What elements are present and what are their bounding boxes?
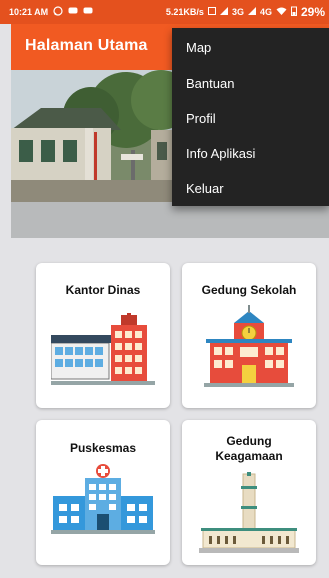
chat-icon-2 [83, 7, 93, 17]
card-label: Kantor Dinas [65, 283, 141, 297]
menu-grid: Kantor Dinas Gedung Sekolah Puskesmas Ge… [11, 238, 329, 578]
card-label: Gedung Sekolah [201, 283, 297, 297]
card-label: Puskesmas [69, 441, 137, 455]
card-puskesmas[interactable]: Puskesmas [36, 420, 170, 565]
chat-icon [68, 7, 78, 17]
signal-icon [219, 7, 228, 17]
menu-item-profil[interactable]: Profil [186, 111, 216, 127]
overflow-menu: Map Bantuan Profil Info Aplikasi Keluar [172, 28, 329, 206]
status-bar: 10:21 AM 5.21KB/s 3G 4G 29% [0, 0, 329, 24]
page-title: Halaman Utama [25, 37, 148, 54]
school-building-icon [204, 305, 294, 387]
card-kantor-dinas[interactable]: Kantor Dinas [36, 263, 170, 408]
status-time: 10:21 AM [9, 7, 49, 17]
mosque-icon [199, 472, 299, 553]
hospital-icon [51, 464, 155, 534]
net-speed: 5.21KB/s [165, 7, 204, 17]
sim2-network: 4G [259, 7, 272, 17]
signal-icon-2 [247, 7, 256, 17]
office-building-icon [51, 313, 155, 385]
wifi-icon [276, 7, 287, 17]
menu-item-bantuan[interactable]: Bantuan [186, 76, 234, 92]
card-label: Gedung Keagamaan [215, 434, 283, 463]
menu-item-info-aplikasi[interactable]: Info Aplikasi [186, 146, 255, 162]
whatsapp-icon [53, 6, 63, 18]
card-gedung-sekolah[interactable]: Gedung Sekolah [182, 263, 316, 408]
card-gedung-keagamaan[interactable]: Gedung Keagamaan [182, 420, 316, 565]
alarm-icon [207, 7, 216, 17]
menu-item-keluar[interactable]: Keluar [186, 181, 224, 197]
battery-icon [290, 6, 297, 18]
sim1-network: 3G [231, 7, 244, 17]
menu-item-map[interactable]: Map [186, 40, 211, 56]
battery-level: 29% [300, 5, 325, 19]
